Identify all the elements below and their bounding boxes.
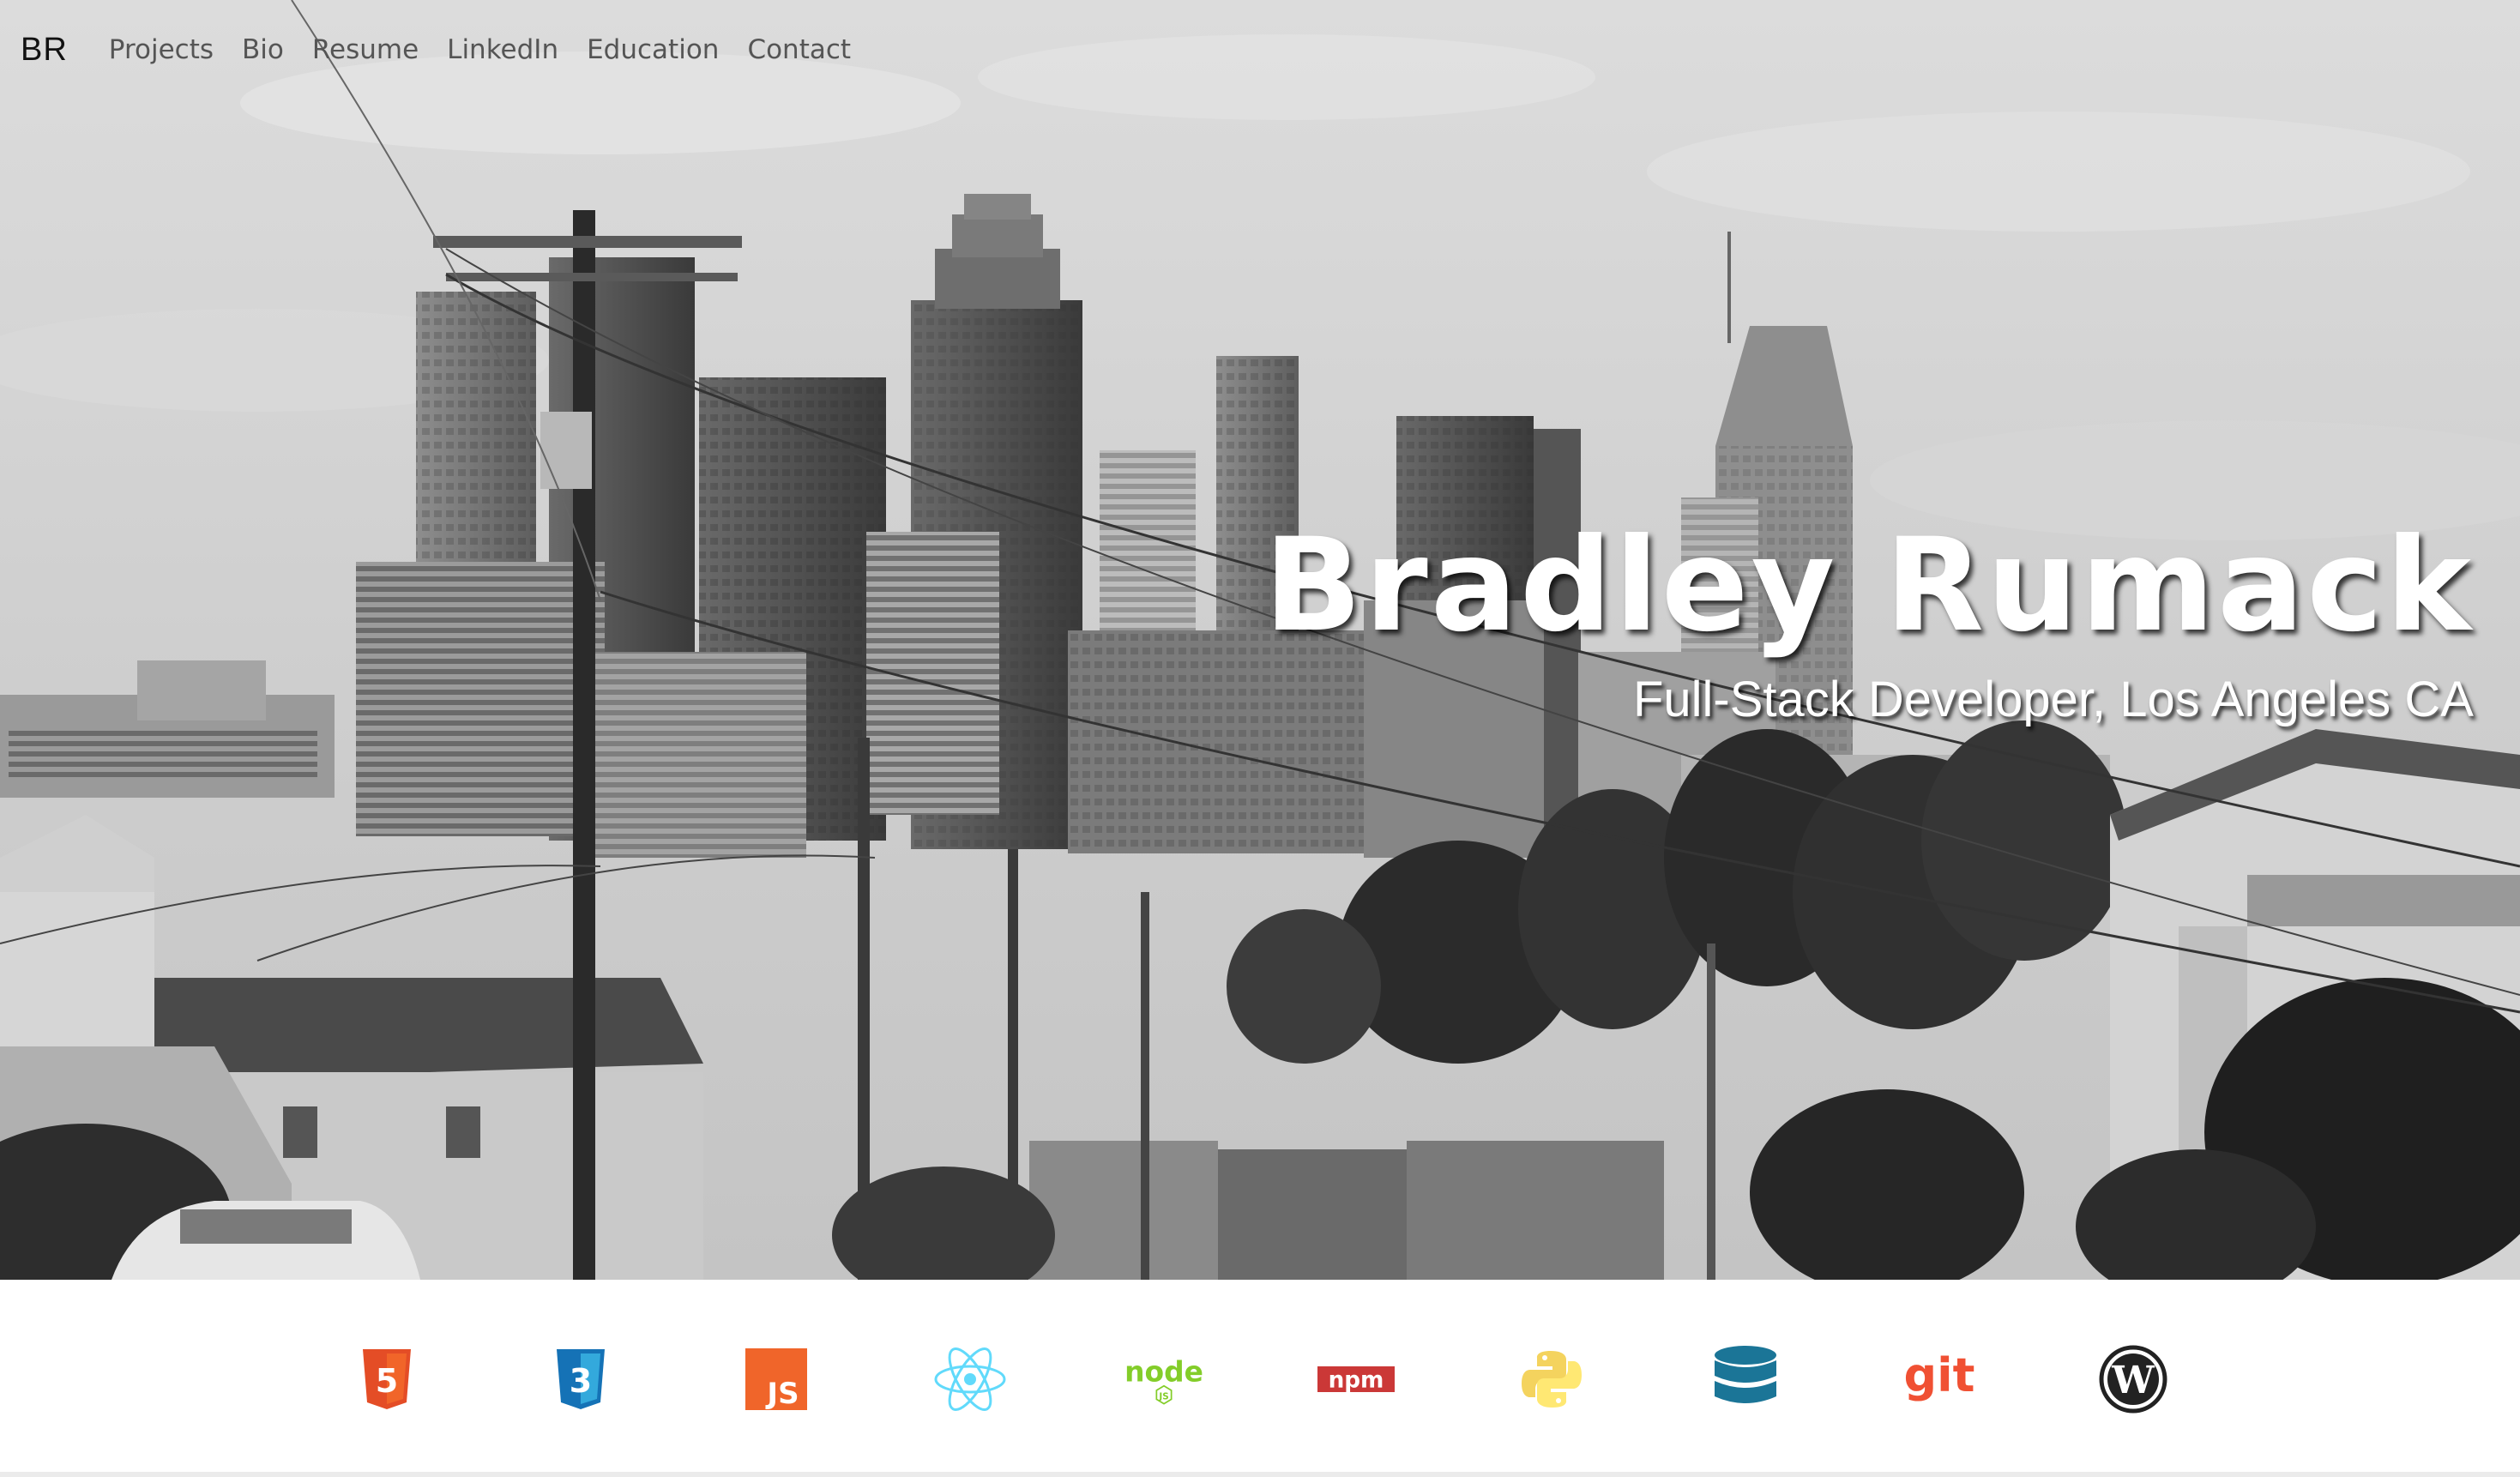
wordpress-icon: W [2095, 1345, 2172, 1414]
portfolio-page: BR Projects Bio Resume LinkedIn Educatio… [0, 0, 2520, 1477]
html5-badge-text: 5 [376, 1362, 398, 1400]
javascript-icon: JS [738, 1347, 815, 1412]
javascript-badge-text: JS [765, 1377, 799, 1410]
top-navbar: BR Projects Bio Resume LinkedIn Educatio… [0, 0, 2520, 99]
react-icon [931, 1347, 1009, 1412]
nodejs-icon: node JS [1125, 1347, 1203, 1412]
nodejs-badge-text: node [1125, 1355, 1203, 1389]
nav-link-contact[interactable]: Contact [747, 34, 851, 65]
css3-icon: 3 [542, 1347, 619, 1412]
brand-logo[interactable]: BR [21, 32, 68, 69]
css3-badge-text: 3 [570, 1362, 592, 1400]
npm-icon: npm [1317, 1347, 1395, 1412]
svg-text:JS: JS [1158, 1391, 1168, 1402]
nav-links: Projects Bio Resume LinkedIn Education C… [109, 34, 879, 65]
html5-icon: 5 [348, 1347, 425, 1412]
nav-link-linkedin[interactable]: LinkedIn [447, 34, 558, 65]
git-icon: git [1901, 1347, 1978, 1412]
npm-badge-text: npm [1329, 1367, 1384, 1393]
nav-link-projects[interactable]: Projects [109, 34, 214, 65]
nav-link-education[interactable]: Education [587, 34, 719, 65]
hero-subtitle: Full-Stack Developer, Los Angeles CA [1632, 672, 2474, 727]
git-badge-text: git [1904, 1348, 1975, 1402]
nav-link-bio[interactable]: Bio [242, 34, 284, 65]
database-icon [1707, 1346, 1784, 1412]
svg-text:W: W [2111, 1359, 2155, 1402]
tech-stack-strip: 5 3 JS node JS npm git W [0, 1280, 2520, 1477]
hero-section: BR Projects Bio Resume LinkedIn Educatio… [0, 0, 2520, 1280]
nav-link-resume[interactable]: Resume [312, 34, 419, 65]
hero-title: Bradley Rumack [1263, 511, 2474, 660]
python-icon [1513, 1347, 1590, 1412]
